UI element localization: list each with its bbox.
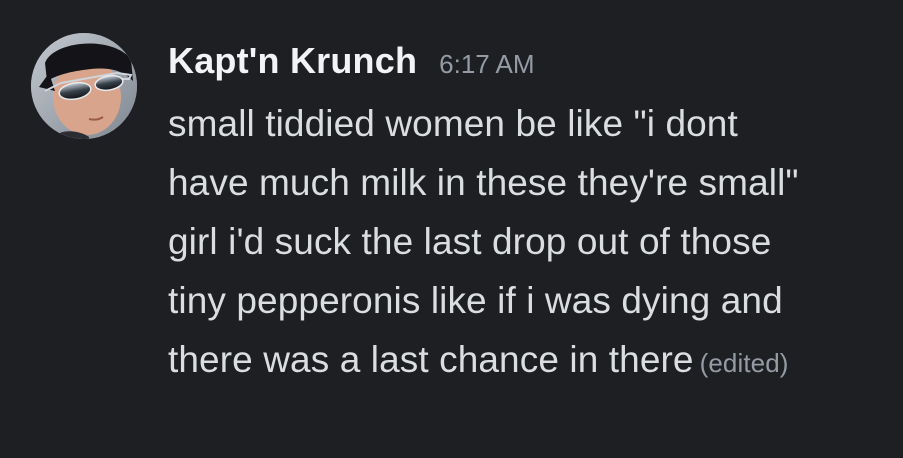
chat-message: Kapt'n Krunch 6:17 AM small tiddied wome… [0, 0, 903, 458]
user-avatar-icon[interactable] [31, 33, 137, 139]
message-body: small tiddied women be like "i dont have… [168, 94, 888, 393]
edited-indicator: (edited) [699, 348, 789, 378]
message-content: Kapt'n Krunch 6:17 AM small tiddied wome… [168, 38, 888, 393]
message-timestamp[interactable]: 6:17 AM [439, 41, 534, 87]
message-header: Kapt'n Krunch 6:17 AM [168, 38, 888, 88]
author-username[interactable]: Kapt'n Krunch [168, 38, 417, 84]
message-text: small tiddied women be like "i dont have… [168, 103, 799, 380]
